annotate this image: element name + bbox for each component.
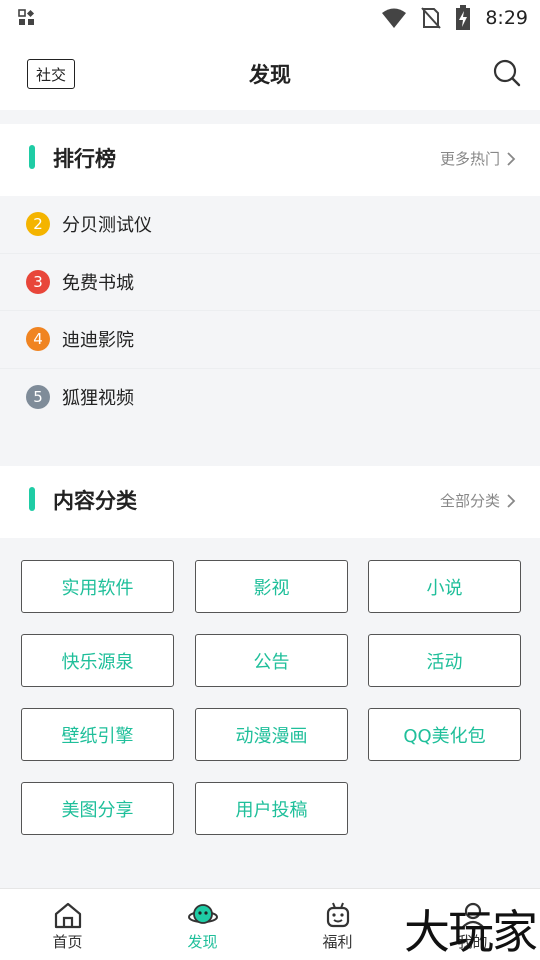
section-accent-bar — [29, 145, 35, 169]
list-item[interactable]: 4 迪迪影院 — [0, 311, 540, 369]
rank-badge: 4 — [26, 327, 50, 352]
page-title: 发现 — [249, 63, 291, 87]
planet-icon — [187, 904, 218, 924]
list-item[interactable]: 2 分贝测试仪 — [0, 196, 540, 254]
rank-badge: 2 — [26, 212, 50, 237]
nav-label: 福利 — [322, 933, 353, 951]
nav-welfare[interactable]: 福利 — [270, 889, 405, 960]
category-button[interactable]: 用户投稿 — [195, 782, 348, 835]
more-hot-label: 更多热门 — [439, 150, 500, 168]
list-item[interactable]: 3 免费书城 — [0, 254, 540, 311]
app-name: 分贝测试仪 — [62, 215, 152, 237]
status-time: 8:29 — [485, 7, 528, 29]
nav-label: 发现 — [187, 933, 218, 951]
category-button[interactable]: 实用软件 — [21, 560, 174, 613]
category-button[interactable]: 动漫漫画 — [195, 708, 348, 761]
rank-badge: 5 — [26, 385, 50, 410]
category-button[interactable]: 小说 — [368, 560, 521, 613]
app-name: 迪迪影院 — [62, 330, 134, 352]
battery-charging-icon — [456, 5, 471, 30]
watermark: 大玩家 — [404, 905, 538, 959]
category-title: 内容分类 — [53, 489, 137, 513]
gift-robot-icon — [326, 902, 349, 928]
category-button[interactable]: 壁纸引擎 — [21, 708, 174, 761]
all-categories-link[interactable]: 全部分类 — [440, 490, 516, 511]
nav-label: 首页 — [52, 933, 83, 951]
app-name: 狐狸视频 — [62, 388, 134, 410]
ranking-section-header: 排行榜 更多热门 — [0, 124, 540, 196]
home-icon — [54, 902, 81, 929]
rank-badge: 3 — [26, 269, 50, 294]
category-button[interactable]: QQ美化包 — [368, 708, 521, 761]
no-sim-icon — [421, 7, 442, 29]
category-button[interactable]: 影视 — [195, 560, 348, 613]
category-button[interactable]: 快乐源泉 — [21, 634, 174, 687]
status-bar: 8:29 — [0, 0, 540, 36]
category-button[interactable]: 活动 — [368, 634, 521, 687]
list-item[interactable]: 5 狐狸视频 — [0, 369, 540, 427]
section-accent-bar — [29, 487, 35, 511]
chevron-right-icon — [507, 151, 516, 166]
chevron-right-icon — [507, 493, 516, 508]
search-icon[interactable] — [492, 58, 522, 88]
ranking-title: 排行榜 — [53, 147, 116, 171]
ranking-list: 2 分贝测试仪 3 免费书城 4 迪迪影院 5 狐狸视频 — [0, 196, 540, 426]
nav-home[interactable]: 首页 — [0, 889, 135, 960]
app-name: 免费书城 — [62, 272, 134, 294]
more-hot-link[interactable]: 更多热门 — [440, 148, 516, 169]
category-button[interactable]: 美图分享 — [21, 782, 174, 835]
header: 社交 发现 — [0, 36, 540, 110]
nav-discover[interactable]: 发现 — [135, 889, 270, 960]
wifi-icon — [382, 8, 407, 28]
all-categories-label: 全部分类 — [439, 492, 500, 510]
category-section-header: 内容分类 全部分类 — [0, 466, 540, 538]
apps-grid-icon — [18, 9, 35, 25]
category-button[interactable]: 公告 — [195, 634, 348, 687]
